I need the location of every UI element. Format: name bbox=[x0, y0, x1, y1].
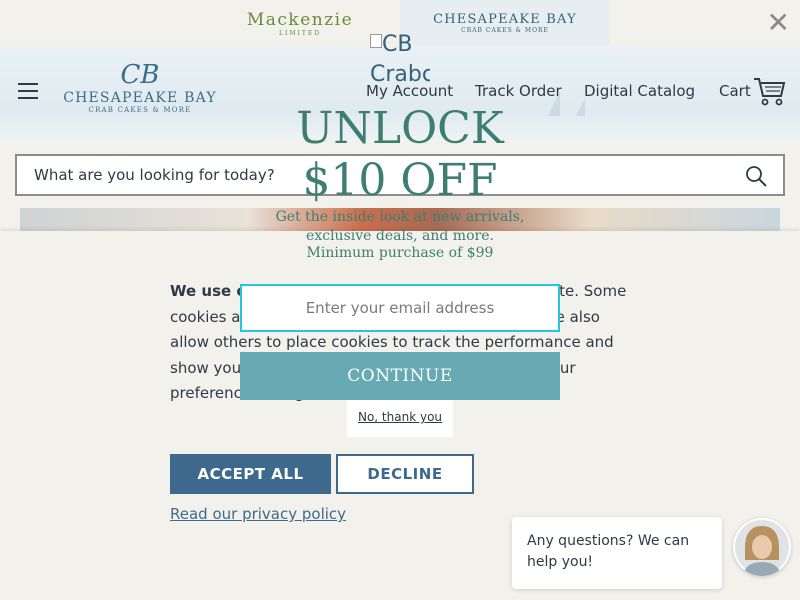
promo-headline-offer: $10 OFF bbox=[302, 155, 498, 206]
chesapeake-brand-tag: CRAB CAKES & MORE bbox=[461, 27, 549, 34]
agent-avatar-icon bbox=[735, 520, 789, 576]
continue-button[interactable]: CONTINUE bbox=[240, 352, 560, 400]
email-field-wrapper bbox=[240, 284, 560, 332]
nav-cart[interactable]: Cart bbox=[719, 82, 751, 100]
promo-subtext-line2: exclusive deals, and more. bbox=[306, 228, 494, 244]
cookie-message-bold: We use c bbox=[170, 282, 246, 300]
logo-monogram: CB bbox=[120, 60, 160, 90]
decline-button[interactable]: DECLINE bbox=[336, 454, 474, 494]
nav-track-order[interactable]: Track Order bbox=[475, 82, 562, 100]
mackenzie-name: Mackenzie bbox=[246, 10, 354, 30]
promo-logo-image: CB Crabcakes bbox=[370, 30, 430, 90]
nav-digital-catalog[interactable]: Digital Catalog bbox=[584, 82, 695, 100]
hamburger-menu-icon[interactable] bbox=[18, 83, 38, 99]
chat-bubble[interactable]: Any questions? We can help you! bbox=[512, 517, 722, 589]
no-thanks-link[interactable]: No, thank you bbox=[358, 410, 442, 424]
broken-image-icon bbox=[370, 34, 382, 48]
chesapeake-brand-link[interactable]: CHESAPEAKE BAY CRAB CAKES & MORE bbox=[400, 0, 610, 46]
chesapeake-brand-name: CHESAPEAKE BAY bbox=[433, 12, 577, 27]
accept-all-button[interactable]: ACCEPT ALL bbox=[170, 454, 331, 494]
shopping-cart-icon[interactable] bbox=[752, 74, 786, 108]
promo-headline-unlock: UNLOCK bbox=[296, 103, 504, 154]
chat-message: Any questions? We can help you! bbox=[527, 533, 690, 570]
privacy-policy-link[interactable]: Read our privacy policy bbox=[170, 505, 346, 523]
email-field[interactable] bbox=[242, 286, 558, 330]
no-thanks-container: No, thank you bbox=[347, 400, 453, 437]
promo-minimum-purchase: Minimum purchase of $99 bbox=[306, 245, 494, 261]
chat-agent-avatar[interactable] bbox=[733, 518, 791, 576]
promo-subtext-line1: Get the inside look at new arrivals, bbox=[275, 209, 525, 225]
close-icon[interactable]: ✕ bbox=[767, 8, 790, 38]
